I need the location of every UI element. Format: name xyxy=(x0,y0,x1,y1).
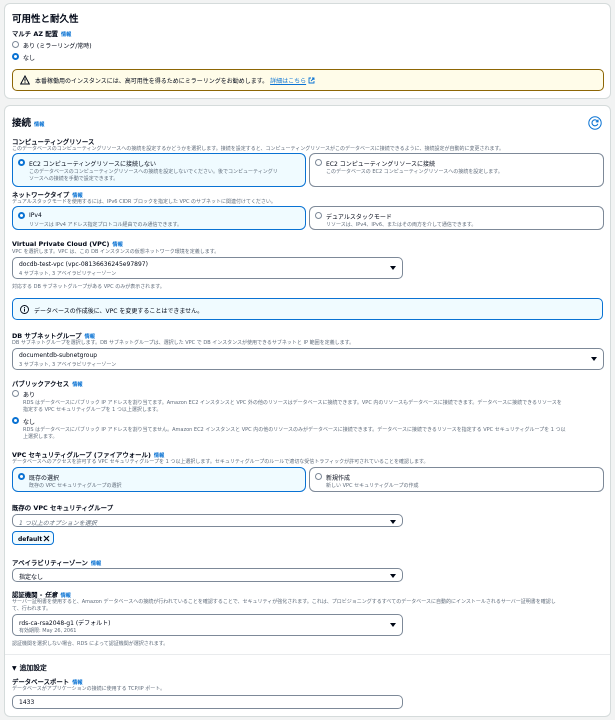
vpc-select[interactable]: docdb-test-vpc (vpc-08136636245e97897) 4… xyxy=(12,257,403,279)
vpc-desc: VPC を選択します。VPC は、この DB インスタンスの仮想ネットワーク環境… xyxy=(12,249,220,255)
availability-panel: 可用性と耐久性 マルチ AZ 配置 情報 あり (ミラーリング/常時) なし 本番… xyxy=(4,3,611,99)
security-group-desc: データベースへのアクセスを許可する VPC セキュリティグループを 1 つ以上選… xyxy=(12,459,429,465)
certificate-authority-desc-2: て、行われます。 xyxy=(12,606,52,612)
compute-resource-desc: このデータベースのコンピューティングリソースへの接続を設定するかどうかを選択しま… xyxy=(12,146,504,152)
choose-existing-sg-option[interactable]: 既存の選択 既存の VPC セキュリティグループの選択 xyxy=(12,467,306,492)
info-icon xyxy=(20,305,29,314)
no-ec2-connect-title: EC2 コンピューティングリソースに接続しない xyxy=(29,161,157,168)
vpc-select-sub: 4 サブネット, 3 アベイラビリティーゾーン xyxy=(19,271,117,277)
learn-more-link[interactable]: 詳細はこちら xyxy=(270,78,306,85)
database-port-desc: データベースがアプリケーションの接続に使用する TCP/IP ポート。 xyxy=(12,686,166,692)
multi-az-yes-radio[interactable] xyxy=(12,41,19,48)
public-access-yes-radio[interactable] xyxy=(12,390,19,397)
create-new-sg-option[interactable]: 新規作成 新しい VPC セキュリティグループの作成 xyxy=(309,467,604,492)
certificate-authority-desc-1: サーバー証明書を使用すると、Amazon データベースへの接続が行われていること… xyxy=(12,599,556,605)
availability-zone-value: 指定なし xyxy=(19,574,44,581)
multi-az-no-label: なし xyxy=(23,55,36,62)
caret-down-icon: ▼ xyxy=(12,665,17,672)
connectivity-info-link[interactable]: 情報 xyxy=(34,122,44,128)
public-access-label: パブリックアクセス 情報 xyxy=(12,380,83,388)
dual-stack-radio[interactable] xyxy=(315,212,322,219)
subnet-group-select[interactable]: documentdb-subnetgroup 3 サブネット, 3 アベイラビリ… xyxy=(12,348,604,370)
multi-az-label: マルチ AZ 配置 情報 xyxy=(12,30,72,38)
vpc-label: Virtual Private Cloud (VPC) 情報 xyxy=(12,240,123,248)
subnet-group-value: documentdb-subnetgroup xyxy=(19,352,98,359)
network-type-desc: デュアルスタックモードを使用するには、IPv6 CIDR ブロックを指定した V… xyxy=(12,199,276,205)
subnet-group-sub: 3 サブネット, 3 アベイラビリティーゾーン xyxy=(19,362,117,368)
availability-zone-select[interactable]: 指定なし xyxy=(12,568,403,582)
ipv4-desc: リソースは IPv4 アドレス指定プロトコル経由でのみ通信できます。 xyxy=(29,222,183,228)
additional-config-toggle[interactable]: ▼ 追加設定 xyxy=(12,662,47,672)
public-access-no-radio[interactable] xyxy=(12,417,19,424)
multi-az-no-radio[interactable] xyxy=(12,53,19,60)
chevron-down-icon xyxy=(390,266,396,270)
dual-stack-title: デュアルスタックモード xyxy=(326,214,392,221)
no-ec2-connect-desc-2: ソースへの接続を手動で設定できます。 xyxy=(29,176,119,182)
create-new-sg-radio[interactable] xyxy=(315,473,322,480)
vpc-info-alert: データベースの作成後に、VPC を変更することはできません。 xyxy=(12,298,603,320)
database-port-input[interactable]: 1433 xyxy=(12,695,403,709)
warning-text: 本番稼働用のインスタンスには、高可用性を得るためにミラーリングをお勧めします。 xyxy=(35,78,269,85)
no-ec2-connect-desc-1: このデータベースのコンピューティングリソースへの接続を設定しないでください。後で… xyxy=(29,169,278,175)
public-access-yes-desc-1: RDS はデータベースにパブリック IP アドレスを割り当てます。Amazon … xyxy=(23,400,562,406)
chevron-down-icon xyxy=(390,574,396,578)
public-access-no-desc-1: RDS はデータベースにパブリック IP アドレスを割り当てません。Amazon… xyxy=(23,427,566,433)
external-link-icon xyxy=(308,77,315,84)
certificate-authority-value: rds-ca-rsa2048-g1 (デフォルト) xyxy=(19,620,111,627)
dual-stack-desc: リソースは、IPv4、IPv6、またはその両方を介して通信できます。 xyxy=(326,222,477,228)
certificate-authority-expiry: 有効期限: May 26, 2061 xyxy=(19,628,77,634)
ec2-connect-desc: このデータベースの EC2 コンピューティングリソースへの接続を設定します。 xyxy=(326,169,503,175)
divider xyxy=(5,654,610,655)
warning-icon xyxy=(20,75,30,85)
chevron-down-icon xyxy=(390,623,396,627)
choose-existing-sg-title: 既存の選択 xyxy=(29,475,60,482)
connectivity-panel: 接続 情報 コンピューティングリソース このデータベースのコンピューティングリソー… xyxy=(4,105,611,717)
public-access-no-desc-2: 上選択します。 xyxy=(23,434,58,440)
availability-title: 可用性と耐久性 xyxy=(12,14,79,25)
vpc-note: 対応する DB サブネットグループがある VPC のみが表示されます。 xyxy=(12,284,165,290)
multi-az-yes-label: あり (ミラーリング/常時) xyxy=(23,43,92,50)
certificate-authority-note: 認証機関を選択しない場合、RDS によって認証機関が選択されます。 xyxy=(12,641,169,647)
create-new-sg-title: 新規作成 xyxy=(326,475,351,482)
ipv4-title: IPv4 xyxy=(29,212,42,219)
existing-sg-multiselect[interactable]: 1 つ以上のオプションを選択 xyxy=(12,514,403,527)
vpc-select-value: docdb-test-vpc (vpc-08136636245e97897) xyxy=(19,261,148,268)
existing-sg-label: 既存の VPC セキュリティグループ xyxy=(12,504,114,512)
choose-existing-sg-radio[interactable] xyxy=(18,473,25,480)
no-ec2-connect-option[interactable]: EC2 コンピューティングリソースに接続しない このデータベースのコンピューティ… xyxy=(12,153,306,187)
choose-existing-sg-desc: 既存の VPC セキュリティグループの選択 xyxy=(29,483,122,489)
existing-sg-placeholder: 1 つ以上のオプションを選択 xyxy=(19,519,97,527)
vpc-alert-text: データベースの作成後に、VPC を変更することはできません。 xyxy=(34,308,204,315)
refresh-icon[interactable] xyxy=(588,116,602,130)
mirroring-warning: 本番稼働用のインスタンスには、高可用性を得るためにミラーリングをお勧めします。 … xyxy=(12,69,604,91)
chevron-down-icon xyxy=(390,519,396,524)
multi-az-info-link[interactable]: 情報 xyxy=(61,32,71,38)
public-access-yes-desc-2: 指定する VPC セキュリティグループを 1 つ以上選択します。 xyxy=(23,407,162,413)
availability-zone-label: アベイラビリティーゾーン 情報 xyxy=(12,559,102,567)
close-icon[interactable] xyxy=(43,535,50,542)
ec2-connect-title: EC2 コンピューティングリソースに接続 xyxy=(326,161,436,168)
create-new-sg-desc: 新しい VPC セキュリティグループの作成 xyxy=(326,483,419,489)
public-access-info-link[interactable]: 情報 xyxy=(72,382,82,388)
public-access-yes-label: あり xyxy=(23,392,36,399)
connectivity-title: 接続 情報 xyxy=(12,118,45,129)
ipv4-radio[interactable] xyxy=(18,212,25,219)
subnet-group-desc: DB サブネットグループを選択します。DB サブネットグループは、選択した VP… xyxy=(12,340,355,346)
certificate-authority-select[interactable]: rds-ca-rsa2048-g1 (デフォルト) 有効期限: May 26, … xyxy=(12,614,403,636)
availability-zone-info-link[interactable]: 情報 xyxy=(91,561,101,567)
public-access-no-label: なし xyxy=(23,419,36,426)
ec2-connect-option[interactable]: EC2 コンピューティングリソースに接続 このデータベースの EC2 コンピュー… xyxy=(309,153,604,187)
chevron-down-icon xyxy=(591,357,597,361)
no-ec2-connect-radio[interactable] xyxy=(18,159,25,166)
sg-token-label: default xyxy=(18,535,43,543)
dual-stack-option[interactable]: デュアルスタックモード リソースは、IPv4、IPv6、またはその両方を介して通… xyxy=(309,206,604,230)
sg-token-default: default xyxy=(12,531,54,545)
ec2-connect-radio[interactable] xyxy=(315,159,322,166)
database-port-value: 1433 xyxy=(19,699,35,706)
ipv4-option[interactable]: IPv4 リソースは IPv4 アドレス指定プロトコル経由でのみ通信できます。 xyxy=(12,206,306,230)
